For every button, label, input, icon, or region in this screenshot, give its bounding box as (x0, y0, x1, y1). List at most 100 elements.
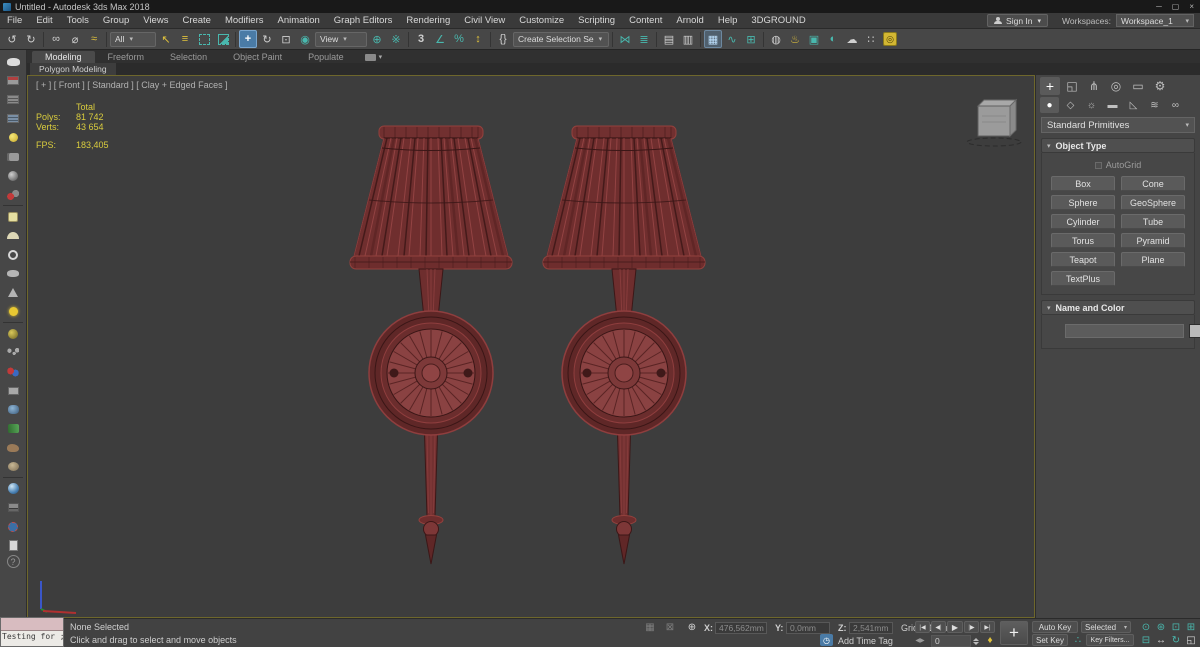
viewcube[interactable] (966, 98, 1022, 147)
menu-scripting[interactable]: Scripting (571, 15, 622, 26)
state-sets-icon[interactable]: ∷ (862, 30, 880, 48)
key-mode-icon[interactable]: ♦ (982, 634, 998, 647)
create-tab-icon[interactable]: + (1040, 77, 1060, 95)
blue-rock-icon[interactable] (1, 400, 25, 419)
previous-frame-button[interactable]: ◀| (931, 621, 946, 633)
menu-help[interactable]: Help (711, 15, 745, 26)
y-coordinate-field[interactable]: 0,0mm (786, 622, 830, 634)
systems-category-icon[interactable]: ∞ (1166, 97, 1185, 113)
document-icon[interactable] (1, 536, 25, 555)
menu-edit[interactable]: Edit (29, 15, 59, 26)
name-color-header[interactable]: ▾ Name and Color (1041, 300, 1195, 315)
select-scale-icon[interactable]: ⊡ (277, 30, 295, 48)
grass-icon[interactable] (1, 419, 25, 438)
set-key-button[interactable]: Set Key (1032, 634, 1068, 646)
polygon-modeling-tab[interactable]: Polygon Modeling (30, 63, 116, 75)
box-button[interactable]: Box (1051, 176, 1115, 191)
angle-snap-icon[interactable]: ∠ (431, 30, 449, 48)
textplus-button[interactable]: TextPlus (1051, 271, 1115, 286)
orbit-icon[interactable]: ↻ (1168, 634, 1184, 647)
named-selection-set-dropdown[interactable]: Create Selection Se ▾ (513, 31, 609, 47)
menu-create[interactable]: Create (175, 15, 218, 26)
sign-in-button[interactable]: Sign In ▾ (987, 14, 1049, 27)
window-crossing-icon[interactable] (214, 30, 232, 48)
utilities-tab-icon[interactable]: ⚙ (1150, 77, 1170, 95)
use-center-icon[interactable]: ⊕ (368, 30, 386, 48)
create-key-button[interactable]: + (1000, 621, 1028, 645)
autogrid-checkbox[interactable]: AutoGrid (1051, 160, 1185, 170)
torus-button[interactable]: Torus (1051, 233, 1115, 248)
go-to-end-button[interactable]: ▶| (980, 621, 995, 633)
render-production-icon[interactable]: ◐ (824, 30, 842, 48)
select-manipulate-icon[interactable]: ※ (387, 30, 405, 48)
selection-lock-icon[interactable]: ⊠ (662, 621, 678, 634)
material-editor-icon[interactable]: ◍ (767, 30, 785, 48)
key-filter-paw-icon[interactable]: ∴ (1070, 634, 1086, 647)
object-name-field[interactable] (1065, 324, 1184, 338)
minimize-button[interactable]: ─ (1156, 2, 1162, 11)
lamp-wireframe-right[interactable] (541, 124, 707, 566)
selection-set-dropdown[interactable]: Selected ▾ (1081, 621, 1131, 633)
snap-3d-icon[interactable]: 3 (412, 30, 430, 48)
menu-arnold[interactable]: Arnold (669, 15, 710, 26)
sun-icon[interactable] (1, 302, 25, 321)
moon-sphere-icon[interactable] (1, 166, 25, 185)
select-object-icon[interactable]: ↖ (157, 30, 175, 48)
reference-coordinate-dropdown[interactable]: View ▾ (315, 31, 367, 47)
menu-file[interactable]: File (0, 15, 29, 26)
envelope-icon[interactable] (1, 381, 25, 400)
viewport-front[interactable]: x [ + ] [ Front ] [ Standard ] [ Clay + … (27, 75, 1035, 618)
track-table-icon[interactable] (1, 109, 25, 128)
add-time-tag[interactable]: Add Time Tag (838, 636, 893, 646)
mirror-icon[interactable]: ⋈ (616, 30, 634, 48)
select-place-icon[interactable]: ◉ (296, 30, 314, 48)
align-icon[interactable]: ≣ (635, 30, 653, 48)
schematic-view-icon[interactable]: ⊞ (742, 30, 760, 48)
helpers-category-icon[interactable]: ◺ (1124, 97, 1143, 113)
rendered-frame-icon[interactable]: ▣ (805, 30, 823, 48)
bind-spacewarp-icon[interactable]: ≈ (85, 30, 103, 48)
zoom-extents-all-icon[interactable]: ⊞ (1183, 621, 1199, 634)
sphere-button[interactable]: Sphere (1051, 195, 1115, 210)
scatter-icon[interactable] (1, 343, 25, 362)
red-blue-spheres-icon[interactable] (1, 362, 25, 381)
geometry-category-icon[interactable]: ● (1040, 97, 1059, 113)
x-coordinate-field[interactable]: 476,562mm (715, 622, 767, 634)
select-link-icon[interactable]: ∞ (47, 30, 65, 48)
render-preview-icon[interactable] (1, 71, 25, 90)
light-bulb-icon[interactable] (1, 128, 25, 147)
ribbon-config-icon[interactable]: ▾ (364, 53, 382, 63)
percent-snap-icon[interactable]: % (450, 30, 468, 48)
transform-typein-icon[interactable]: ⊕ (684, 621, 700, 634)
current-frame-field[interactable]: 0 (931, 635, 971, 647)
frame-spinner[interactable] (973, 635, 979, 647)
select-rotate-icon[interactable]: ↻ (258, 30, 276, 48)
hierarchy-tab-icon[interactable]: ⋔ (1084, 77, 1104, 95)
motion-tab-icon[interactable]: ◎ (1106, 77, 1126, 95)
auto-key-button[interactable]: Auto Key (1032, 621, 1078, 633)
play-button[interactable]: ▶ (947, 621, 963, 633)
white-ring-icon[interactable] (1, 245, 25, 264)
pyramid-button[interactable]: Pyramid (1121, 233, 1185, 248)
select-move-icon[interactable]: + (239, 30, 257, 48)
gray-cone-icon[interactable] (1, 283, 25, 302)
cone-button[interactable]: Cone (1121, 176, 1185, 191)
selection-filter-dropdown[interactable]: All ▾ (110, 31, 156, 47)
undo-icon[interactable]: ↺ (3, 30, 21, 48)
layers-icon[interactable] (1, 498, 25, 517)
yellow-box-icon[interactable] (1, 207, 25, 226)
menu-tools[interactable]: Tools (60, 15, 96, 26)
display-tab-icon[interactable]: ▭ (1128, 77, 1148, 95)
zoom-region-icon[interactable]: ⊟ (1138, 634, 1154, 647)
blue-glossy-sphere-icon[interactable] (1, 479, 25, 498)
sphere-select-icon[interactable] (1, 517, 25, 536)
maximize-button[interactable]: ▢ (1172, 2, 1180, 11)
render-setup-icon[interactable]: ♨ (786, 30, 804, 48)
cream-dome-icon[interactable] (1, 226, 25, 245)
teapot-create-icon[interactable] (1, 52, 25, 71)
cylinder-button[interactable]: Cylinder (1051, 214, 1115, 229)
scene-explorer-icon[interactable]: ▤ (660, 30, 678, 48)
plane-button[interactable]: Plane (1121, 252, 1185, 267)
time-tag-icon[interactable]: ◷ (820, 634, 833, 646)
macro-recorder-pane[interactable] (1, 618, 63, 631)
